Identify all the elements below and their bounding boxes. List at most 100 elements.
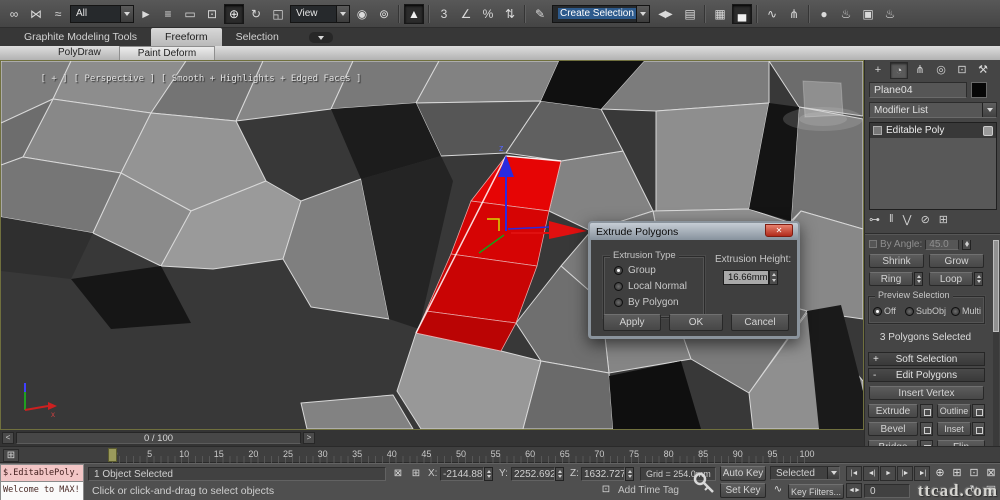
rect-selection-region-icon[interactable]: ▭ [180,4,200,24]
go-to-start-button[interactable]: |◄ [846,466,862,481]
play-button[interactable]: ► [880,466,896,481]
selection-lock-icon[interactable]: ⊠ [390,467,406,482]
z-coord-spinner[interactable] [625,467,634,481]
inset-button[interactable]: Inset [937,422,971,436]
insert-vertex-button[interactable]: Insert Vertex [869,386,984,400]
current-frame-handle[interactable] [108,448,117,462]
maxscript-mini-listener[interactable]: $.EditablePoly. Welcome to MAX! [0,464,84,500]
tab-selection[interactable]: Selection [222,28,293,46]
z-coord-field[interactable]: 1632.727m [581,467,625,481]
panel-scrollbar[interactable] [993,240,999,460]
angle-snap-icon[interactable]: ∠ [456,4,476,24]
soft-selection-rollout[interactable]: + Soft Selection [868,352,985,366]
timeline-ruler[interactable]: ⊞ 05101520253035404550556065707580859095… [0,446,1000,463]
listener-macro-line[interactable]: $.EditablePoly. [0,464,84,482]
y-coord-field[interactable]: 2252.692m [511,467,555,481]
subtab-paint-deform[interactable]: Paint Deform [118,46,216,60]
preview-multi-radio[interactable]: Multi [951,306,981,316]
zoom-all-icon[interactable]: ⊞ [949,466,965,481]
utilities-tab-icon[interactable]: ⚒ [974,62,992,79]
use-pivot-point-center-icon[interactable]: ◉ [352,4,372,24]
pin-stack-icon[interactable]: ⊶ [869,213,880,226]
viewport-menu-shading[interactable]: [ Smooth + Highlights + Edged Faces ] [161,74,361,84]
time-tag-window-icon[interactable]: ⊡ [598,483,614,498]
outline-button[interactable]: Outline [937,404,971,418]
apply-button[interactable]: Apply [603,314,661,331]
dropdown-arrow-icon[interactable] [636,5,649,22]
radio-icon[interactable] [951,306,960,316]
cancel-button[interactable]: Cancel [731,314,789,331]
new-key-curve-icon[interactable]: ∿ [770,483,786,498]
named-selection-dropdown[interactable]: Create Selection Se [552,4,650,23]
select-and-move-icon[interactable]: ⊕ [224,3,244,24]
next-frame-button[interactable]: |► [897,466,913,481]
keyboard-override-icon[interactable]: ▲ [404,3,424,24]
rollout-collapse-icon[interactable]: - [873,369,876,382]
select-and-scale-icon[interactable]: ◱ [268,4,288,24]
render-production-icon[interactable]: ♨ [880,4,900,24]
bind-to-spacewarp-icon[interactable]: ≈ [48,4,68,24]
radio-icon[interactable] [614,282,623,291]
selection-filter-dropdown[interactable]: All [70,4,134,23]
rollout-expand-icon[interactable]: + [873,353,879,366]
by-angle-spinner[interactable] [962,240,972,250]
by-angle-field[interactable]: 45.0 [925,240,960,250]
motion-tab-icon[interactable]: ◎ [932,62,950,79]
auto-key-button[interactable]: Auto Key [720,466,766,481]
loop-button[interactable]: Loop [929,272,973,286]
dropdown-arrow-icon[interactable] [120,5,133,22]
viewport-menu-general[interactable]: [ + ] [41,74,68,84]
make-unique-icon[interactable]: ⋁ [903,213,912,226]
ribbon-minimize-button[interactable] [308,32,333,43]
radio-icon[interactable] [614,298,623,307]
align-icon[interactable]: ▤ [680,4,700,24]
extrude-button[interactable]: Extrude [868,404,918,418]
viewport-menu-pov[interactable]: [ Perspective ] [74,74,155,84]
dropdown-arrow-icon[interactable] [827,467,839,479]
ring-spinner[interactable] [914,272,923,286]
percent-snap-icon[interactable]: % [478,4,498,24]
key-mode-dropdown[interactable]: Selected [770,466,840,480]
set-keys-key-icon[interactable] [692,471,716,495]
render-setup-icon[interactable]: ♨ [836,4,856,24]
snap-toggle-3d-icon[interactable]: 3 [434,4,454,24]
previous-frame-button[interactable]: ◄| [863,466,879,481]
add-time-tag-label[interactable]: Add Time Tag [618,485,679,496]
zoom-region-icon[interactable]: ⊠ [983,466,999,481]
listener-log-line[interactable]: Welcome to MAX! [0,482,84,500]
dropdown-arrow-icon[interactable] [982,103,996,117]
x-coord-field[interactable]: -2144.889 [440,467,484,481]
x-coord-spinner[interactable] [484,467,493,481]
extrusion-height-field[interactable]: 16.66mm [723,270,769,285]
select-and-manipulate-icon[interactable]: ⊚ [374,4,394,24]
modifier-list-dropdown[interactable]: Modifier List [869,102,997,118]
radio-local-normal[interactable]: Local Normal [614,281,687,292]
select-by-name-icon[interactable]: ≡ [158,4,178,24]
radio-by-polygon[interactable]: By Polygon [614,297,679,308]
preview-subobj-radio[interactable]: SubObj [905,306,946,316]
reference-coordinate-dropdown[interactable]: View [290,4,350,23]
viewport-label[interactable]: [ + ] [ Perspective ] [ Smooth + Highlight… [8,64,367,94]
create-tab-icon[interactable]: + [869,62,887,79]
select-and-rotate-icon[interactable]: ↻ [246,4,266,24]
outline-settings-button[interactable] [972,404,985,418]
display-tab-icon[interactable]: ⊡ [953,62,971,79]
absolute-offset-toggle-icon[interactable]: ⊞ [408,467,424,482]
mini-curve-editor-button[interactable]: ⊞ [3,449,19,462]
bevel-button[interactable]: Bevel [868,422,918,436]
configure-modifier-sets-icon[interactable]: ⊞ [939,213,948,226]
schematic-view-icon[interactable]: ⋔ [784,4,804,24]
edit-named-selections-icon[interactable]: ✎ [530,4,550,24]
zoom-extents-icon[interactable]: ⊡ [966,466,982,481]
edit-polygons-rollout[interactable]: - Edit Polygons [868,368,985,382]
ribbon-toggle-icon[interactable]: ▄ [732,3,752,24]
visibility-bulb-icon[interactable] [983,125,993,136]
set-key-button[interactable]: Set Key [720,483,766,498]
grow-button[interactable]: Grow [929,254,984,268]
layer-manager-icon[interactable]: ▦ [710,4,730,24]
key-mode-toggle-button[interactable]: ◄► [846,483,862,498]
preview-off-radio[interactable]: Off [873,306,896,316]
current-frame-field[interactable]: 0 [864,484,910,498]
tab-graphite-modeling-tools[interactable]: Graphite Modeling Tools [10,28,151,46]
subtab-polydraw[interactable]: PolyDraw [40,46,119,60]
